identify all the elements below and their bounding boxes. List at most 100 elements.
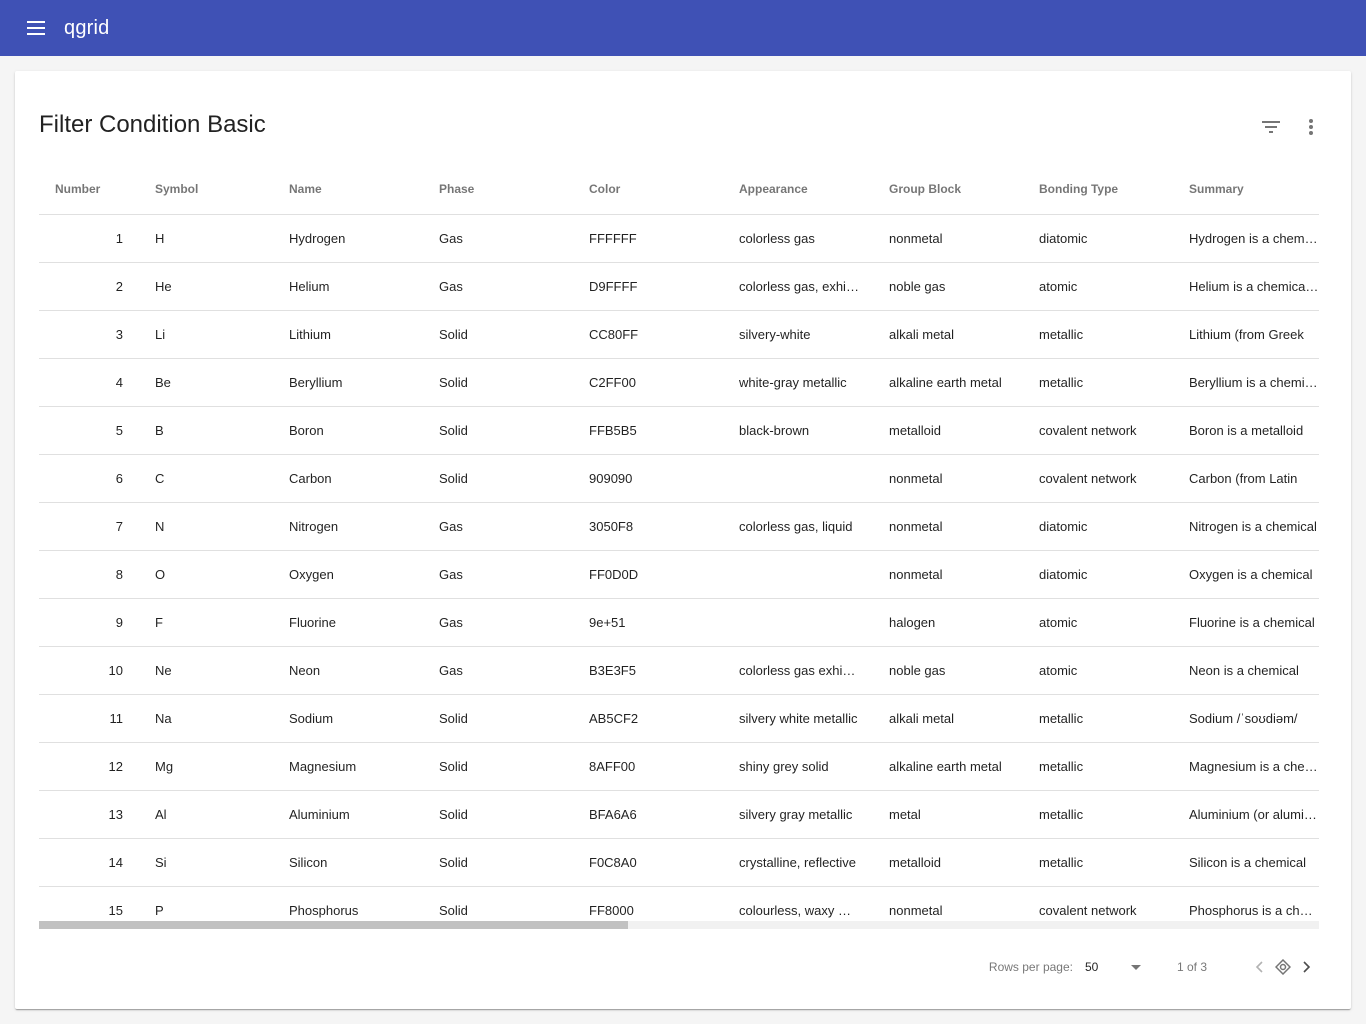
cell-number[interactable]: 8	[39, 567, 139, 582]
cell-summary[interactable]: Fluorine is a chemical	[1189, 615, 1319, 630]
cell-summary[interactable]: Neon is a chemical	[1189, 663, 1319, 678]
cell-bonding-type[interactable]: metallic	[1039, 711, 1189, 726]
cell-appearance[interactable]: colorless gas	[739, 231, 889, 246]
cell-number[interactable]: 4	[39, 375, 139, 390]
cell-color[interactable]: FF0D0D	[589, 567, 739, 582]
cell-phase[interactable]: Gas	[439, 663, 589, 678]
cell-number[interactable]: 9	[39, 615, 139, 630]
cell-phase[interactable]: Gas	[439, 615, 589, 630]
cell-phase[interactable]: Solid	[439, 471, 589, 486]
cell-phase[interactable]: Gas	[439, 567, 589, 582]
cell-appearance[interactable]: shiny grey solid	[739, 759, 889, 774]
cell-phase[interactable]: Solid	[439, 327, 589, 342]
horizontal-scrollbar[interactable]	[39, 921, 1319, 929]
table-row[interactable]: 7 N Nitrogen Gas 3050F8 colorless gas, liquid…	[39, 503, 1319, 551]
cell-symbol[interactable]: Be	[139, 375, 289, 390]
cell-symbol[interactable]: F	[139, 615, 289, 630]
cell-name[interactable]: Oxygen	[289, 567, 439, 582]
cell-group-block[interactable]: alkaline earth metal	[889, 759, 1039, 774]
cell-appearance[interactable]: colorless gas, liquid	[739, 519, 889, 534]
cell-name[interactable]: Lithium	[289, 327, 439, 342]
cell-symbol[interactable]: Li	[139, 327, 289, 342]
cell-name[interactable]: Phosphorus	[289, 903, 439, 918]
cell-symbol[interactable]: N	[139, 519, 289, 534]
cell-group-block[interactable]: alkali metal	[889, 327, 1039, 342]
cell-symbol[interactable]: Ne	[139, 663, 289, 678]
cell-summary[interactable]: Lithium (from Greek	[1189, 327, 1319, 342]
rows-per-page-select[interactable]: 50	[1085, 960, 1141, 974]
cell-number[interactable]: 2	[39, 279, 139, 294]
table-row[interactable]: 4 Be Beryllium Solid C2FF00 white-gray metall…	[39, 359, 1319, 407]
cell-summary[interactable]: Sodium /ˈsoʊdiəm/	[1189, 711, 1319, 726]
cell-symbol[interactable]: P	[139, 903, 289, 918]
cell-name[interactable]: Boron	[289, 423, 439, 438]
cell-color[interactable]: FFFFFF	[589, 231, 739, 246]
cell-summary[interactable]: Helium is a chemical element	[1189, 279, 1319, 294]
cell-symbol[interactable]: O	[139, 567, 289, 582]
cell-number[interactable]: 1	[39, 231, 139, 246]
cell-number[interactable]: 7	[39, 519, 139, 534]
cell-number[interactable]: 13	[39, 807, 139, 822]
horizontal-scrollbar-thumb[interactable]	[39, 921, 628, 929]
cell-color[interactable]: C2FF00	[589, 375, 739, 390]
column-header-bonding-type[interactable]: Bonding Type	[1039, 182, 1189, 196]
cell-group-block[interactable]: nonmetal	[889, 567, 1039, 582]
cell-group-block[interactable]: nonmetal	[889, 471, 1039, 486]
cell-name[interactable]: Sodium	[289, 711, 439, 726]
cell-appearance[interactable]: black-brown	[739, 423, 889, 438]
table-row[interactable]: 11 Na Sodium Solid AB5CF2 silvery white metal…	[39, 695, 1319, 743]
cell-symbol[interactable]: Na	[139, 711, 289, 726]
cell-name[interactable]: Aluminium	[289, 807, 439, 822]
column-header-symbol[interactable]: Symbol	[139, 182, 289, 196]
more-button[interactable]	[1295, 111, 1327, 143]
cell-appearance[interactable]: colorless gas exhibiting	[739, 663, 889, 678]
cell-bonding-type[interactable]: metallic	[1039, 807, 1189, 822]
cell-bonding-type[interactable]: covalent network	[1039, 471, 1189, 486]
cell-symbol[interactable]: Mg	[139, 759, 289, 774]
cell-color[interactable]: 909090	[589, 471, 739, 486]
cell-symbol[interactable]: B	[139, 423, 289, 438]
cell-group-block[interactable]: metalloid	[889, 423, 1039, 438]
cell-bonding-type[interactable]: atomic	[1039, 615, 1189, 630]
cell-summary[interactable]: Nitrogen is a chemical	[1189, 519, 1319, 534]
table-row[interactable]: 6 C Carbon Solid 909090 nonmetal covalent netw…	[39, 455, 1319, 503]
cell-group-block[interactable]: metalloid	[889, 855, 1039, 870]
cell-appearance[interactable]: colourless, waxy white	[739, 903, 889, 918]
cell-phase[interactable]: Solid	[439, 855, 589, 870]
cell-bonding-type[interactable]: covalent network	[1039, 903, 1189, 918]
cell-number[interactable]: 14	[39, 855, 139, 870]
cell-name[interactable]: Magnesium	[289, 759, 439, 774]
cell-number[interactable]: 15	[39, 903, 139, 918]
cell-bonding-type[interactable]: metallic	[1039, 759, 1189, 774]
cell-phase[interactable]: Gas	[439, 231, 589, 246]
cell-number[interactable]: 3	[39, 327, 139, 342]
cell-name[interactable]: Hydrogen	[289, 231, 439, 246]
cell-color[interactable]: F0C8A0	[589, 855, 739, 870]
cell-color[interactable]: BFA6A6	[589, 807, 739, 822]
filter-button[interactable]	[1255, 111, 1287, 143]
cell-phase[interactable]: Solid	[439, 423, 589, 438]
table-row[interactable]: 5 B Boron Solid FFB5B5 black-brown metalloid co…	[39, 407, 1319, 455]
cell-group-block[interactable]: noble gas	[889, 663, 1039, 678]
cell-color[interactable]: AB5CF2	[589, 711, 739, 726]
cell-appearance[interactable]: crystalline, reflective	[739, 855, 889, 870]
table-row[interactable]: 1 H Hydrogen Gas FFFFFF colorless gas nonmetal…	[39, 215, 1319, 263]
cell-name[interactable]: Fluorine	[289, 615, 439, 630]
cell-bonding-type[interactable]: diatomic	[1039, 567, 1189, 582]
menu-button[interactable]	[16, 8, 56, 48]
cell-symbol[interactable]: Si	[139, 855, 289, 870]
cell-number[interactable]: 10	[39, 663, 139, 678]
cell-symbol[interactable]: Al	[139, 807, 289, 822]
cell-bonding-type[interactable]: atomic	[1039, 663, 1189, 678]
cell-phase[interactable]: Gas	[439, 519, 589, 534]
cell-group-block[interactable]: nonmetal	[889, 231, 1039, 246]
cell-group-block[interactable]: nonmetal	[889, 519, 1039, 534]
table-row[interactable]: 13 Al Aluminium Solid BFA6A6 silvery gray met…	[39, 791, 1319, 839]
table-row[interactable]: 8 O Oxygen Gas FF0D0D nonmetal diatomic Oxygen …	[39, 551, 1319, 599]
cell-color[interactable]: CC80FF	[589, 327, 739, 342]
cell-name[interactable]: Silicon	[289, 855, 439, 870]
cell-summary[interactable]: Beryllium is a chemical	[1189, 375, 1319, 390]
table-row[interactable]: 12 Mg Magnesium Solid 8AFF00 shiny grey solid…	[39, 743, 1319, 791]
cell-color[interactable]: B3E3F5	[589, 663, 739, 678]
cell-group-block[interactable]: alkaline earth metal	[889, 375, 1039, 390]
